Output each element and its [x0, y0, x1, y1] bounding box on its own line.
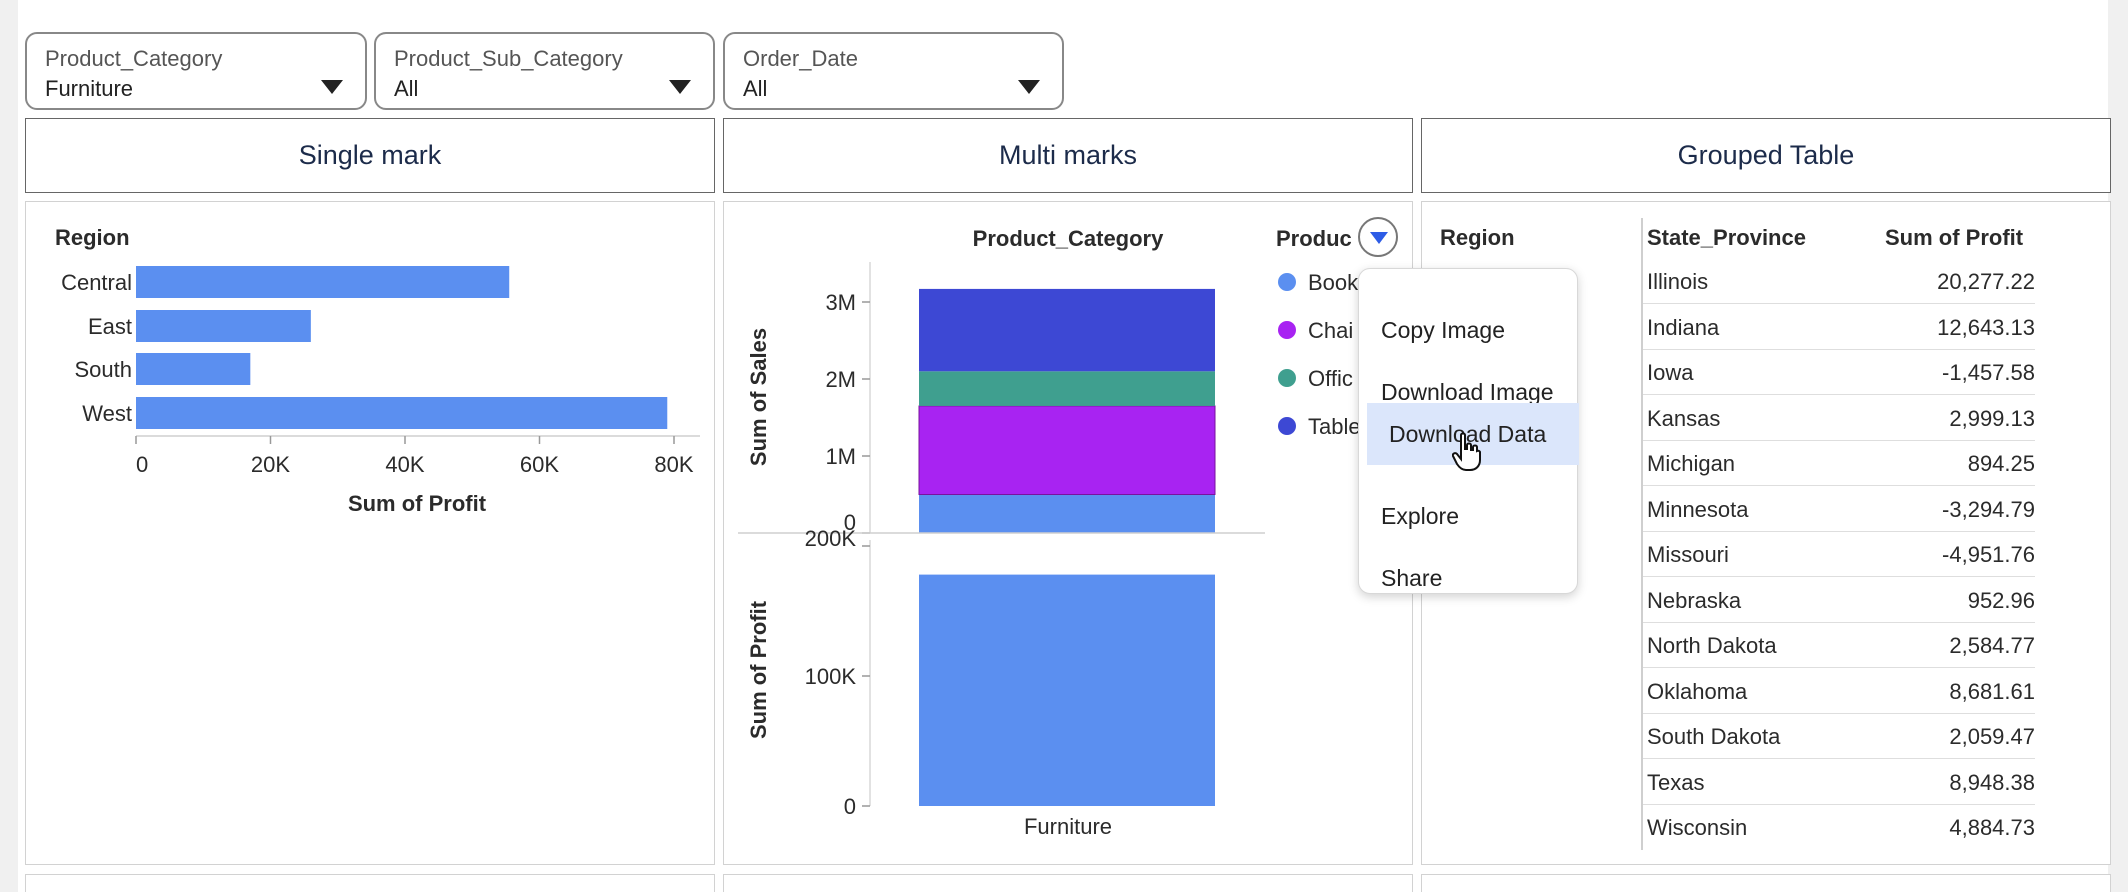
y-axis-title-profit: Sum of Profit: [746, 600, 771, 739]
state-cell: Michigan: [1647, 451, 1736, 476]
single-mark-bar-chart: Region Sum of Profit Central East South Wes…: [55, 225, 700, 516]
x-category-label: Furniture: [1024, 814, 1112, 839]
x-axis-title: Sum of Profit: [348, 491, 487, 516]
profit-cell: -4,951.76: [1942, 542, 2035, 567]
y-axis-title: Region: [55, 225, 130, 250]
legend-title: Produc: [1276, 226, 1352, 251]
state-cell: Nebraska: [1647, 587, 1742, 613]
y-tick-label: 2M: [825, 367, 856, 392]
table-row[interactable]: Texas 8,948.38: [1643, 760, 2035, 805]
profit-cell: 8,681.61: [1949, 678, 2035, 704]
table-row[interactable]: North Dakota 2,584.77: [1643, 623, 2035, 668]
column-header-profit: Sum of Profit: [1885, 225, 2024, 250]
x-tick-label: 60K: [520, 452, 559, 477]
table-row[interactable]: Minnesota -3,294.79: [1643, 487, 2035, 532]
category-tick-label: Central: [61, 270, 132, 295]
table-row[interactable]: Missouri -4,951.76: [1643, 532, 2035, 577]
table-row[interactable]: Nebraska 952.96: [1643, 578, 2035, 623]
legend-swatch: [1278, 273, 1296, 291]
profit-cell: 2,999.13: [1949, 405, 2035, 431]
category-tick-label: South: [75, 357, 133, 382]
x-tick-label: 20K: [251, 452, 290, 477]
y-tick-label: 100K: [805, 664, 857, 689]
stack-segment-chai[interactable]: [918, 405, 1216, 496]
chart-context-menu: Copy Image Download Image Download Data …: [1358, 268, 1579, 594]
state-cell: Illinois: [1647, 269, 1709, 294]
state-cell: Iowa: [1647, 360, 1694, 385]
profit-cell: 8,948.38: [1949, 769, 2035, 795]
x-tick-label: 40K: [385, 452, 424, 477]
y-tick-label: 0: [844, 794, 856, 819]
legend-swatch: [1278, 321, 1296, 339]
profit-cell: -1,457.58: [1942, 360, 2035, 385]
bar-west[interactable]: [136, 397, 668, 429]
table-row[interactable]: Iowa -1,457.58: [1643, 350, 2035, 395]
table-row[interactable]: Kansas 2,999.13: [1643, 396, 2035, 441]
bar-south[interactable]: [136, 353, 251, 385]
table-row[interactable]: Illinois 20,277.22: [1643, 259, 2035, 304]
stack-segment-book[interactable]: [919, 494, 1215, 534]
category-tick-label: West: [82, 401, 132, 426]
table-row[interactable]: South Dakota 2,059.47: [1643, 714, 2035, 759]
profit-cell: 12,643.13: [1937, 314, 2035, 340]
bar-east[interactable]: [136, 310, 311, 342]
y-tick-label: 1M: [825, 444, 856, 469]
profit-cell: 20,277.22: [1937, 269, 2035, 294]
legend-menu-button[interactable]: [1358, 217, 1398, 257]
x-tick-label: 80K: [654, 452, 693, 477]
multi-marks-chart: Product_Category Sum of Sales Sum of Pro…: [738, 226, 1361, 839]
profit-cell: -3,294.79: [1942, 496, 2035, 522]
menu-item-explore[interactable]: Explore: [1359, 485, 1571, 547]
state-cell: Texas: [1647, 769, 1705, 795]
state-cell: Wisconsin: [1647, 815, 1748, 840]
chevron-down-icon: [1370, 232, 1388, 244]
profit-bar-furniture[interactable]: [919, 574, 1215, 806]
stack-segment-offic[interactable]: [919, 371, 1215, 406]
menu-item-copy-image[interactable]: Copy Image: [1359, 299, 1571, 361]
state-cell: Indiana: [1647, 314, 1720, 340]
table-row[interactable]: Indiana 12,643.13: [1643, 305, 2035, 350]
state-cell: Minnesota: [1647, 496, 1749, 522]
menu-item-share[interactable]: Share: [1359, 547, 1571, 609]
state-cell: Missouri: [1647, 542, 1729, 567]
legend-label: Table: [1308, 414, 1361, 439]
category-tick-label: East: [88, 314, 132, 339]
legend-label: Book: [1308, 270, 1359, 295]
table-row[interactable]: Wisconsin 4,884.73: [1643, 805, 2035, 850]
state-cell: South Dakota: [1647, 724, 1781, 749]
stacked-chart-title: Product_Category: [973, 226, 1164, 251]
state-cell: North Dakota: [1647, 633, 1777, 658]
profit-cell: 952.96: [1967, 587, 2035, 613]
legend-swatch: [1278, 369, 1296, 387]
hand-pointer-icon: [1452, 432, 1481, 471]
y-axis-title-sales: Sum of Sales: [746, 328, 771, 466]
state-cell: Oklahoma: [1647, 678, 1748, 704]
bar-central[interactable]: [136, 266, 510, 298]
legend-label: Offic: [1308, 366, 1353, 391]
stack-segment-table[interactable]: [919, 288, 1215, 372]
column-header-state: State_Province: [1647, 225, 1806, 250]
legend-label: Chai: [1308, 318, 1353, 343]
state-cell: Kansas: [1647, 405, 1721, 431]
column-header-region: Region: [1440, 225, 1515, 250]
y-tick-label: 3M: [825, 290, 856, 315]
table-row[interactable]: Michigan 894.25: [1643, 441, 2035, 486]
profit-cell: 4,884.73: [1949, 815, 2035, 840]
profit-cell: 2,059.47: [1949, 724, 2035, 749]
profit-cell: 2,584.77: [1949, 633, 2035, 658]
profit-cell: 894.25: [1967, 451, 2035, 476]
table-row[interactable]: Oklahoma 8,681.61: [1643, 669, 2035, 714]
legend-swatch: [1278, 417, 1296, 435]
y-tick-label: 200K: [805, 526, 857, 551]
x-tick-label: 0: [136, 452, 148, 477]
